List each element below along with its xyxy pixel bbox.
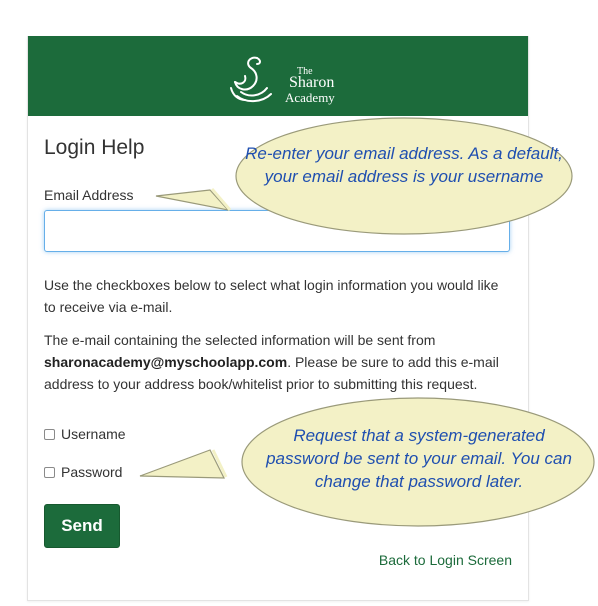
password-checkbox[interactable]	[44, 466, 55, 478]
email-callout-text: Re-enter your email address. As a defaul…	[245, 144, 563, 186]
email-label: Email Address	[44, 187, 134, 203]
notice-text: The e-mail containing the selected infor…	[44, 329, 514, 395]
logo-text-academy: Academy	[285, 90, 335, 105]
password-label[interactable]: Password	[61, 464, 122, 480]
school-header: The Sharon Academy	[28, 36, 528, 116]
password-option[interactable]: Password	[44, 464, 122, 480]
username-checkbox[interactable]	[44, 428, 55, 440]
school-logo: The Sharon Academy	[227, 50, 339, 106]
instructions-text: Use the checkboxes below to select what …	[44, 277, 499, 315]
back-to-login-link[interactable]: Back to Login Screen	[379, 552, 512, 568]
password-callout-text: Request that a system-generated password…	[266, 426, 572, 491]
username-label[interactable]: Username	[61, 426, 126, 442]
page-title: Login Help	[44, 136, 145, 159]
email-callout-bubble	[155, 117, 573, 235]
notice-email-address: sharonacademy@myschoolapp.com	[44, 354, 288, 370]
swan-logo-icon	[230, 56, 272, 102]
notice-prefix: The e-mail containing the selected infor…	[44, 332, 436, 348]
username-option[interactable]: Username	[44, 426, 126, 442]
send-button[interactable]: Send	[44, 504, 120, 548]
